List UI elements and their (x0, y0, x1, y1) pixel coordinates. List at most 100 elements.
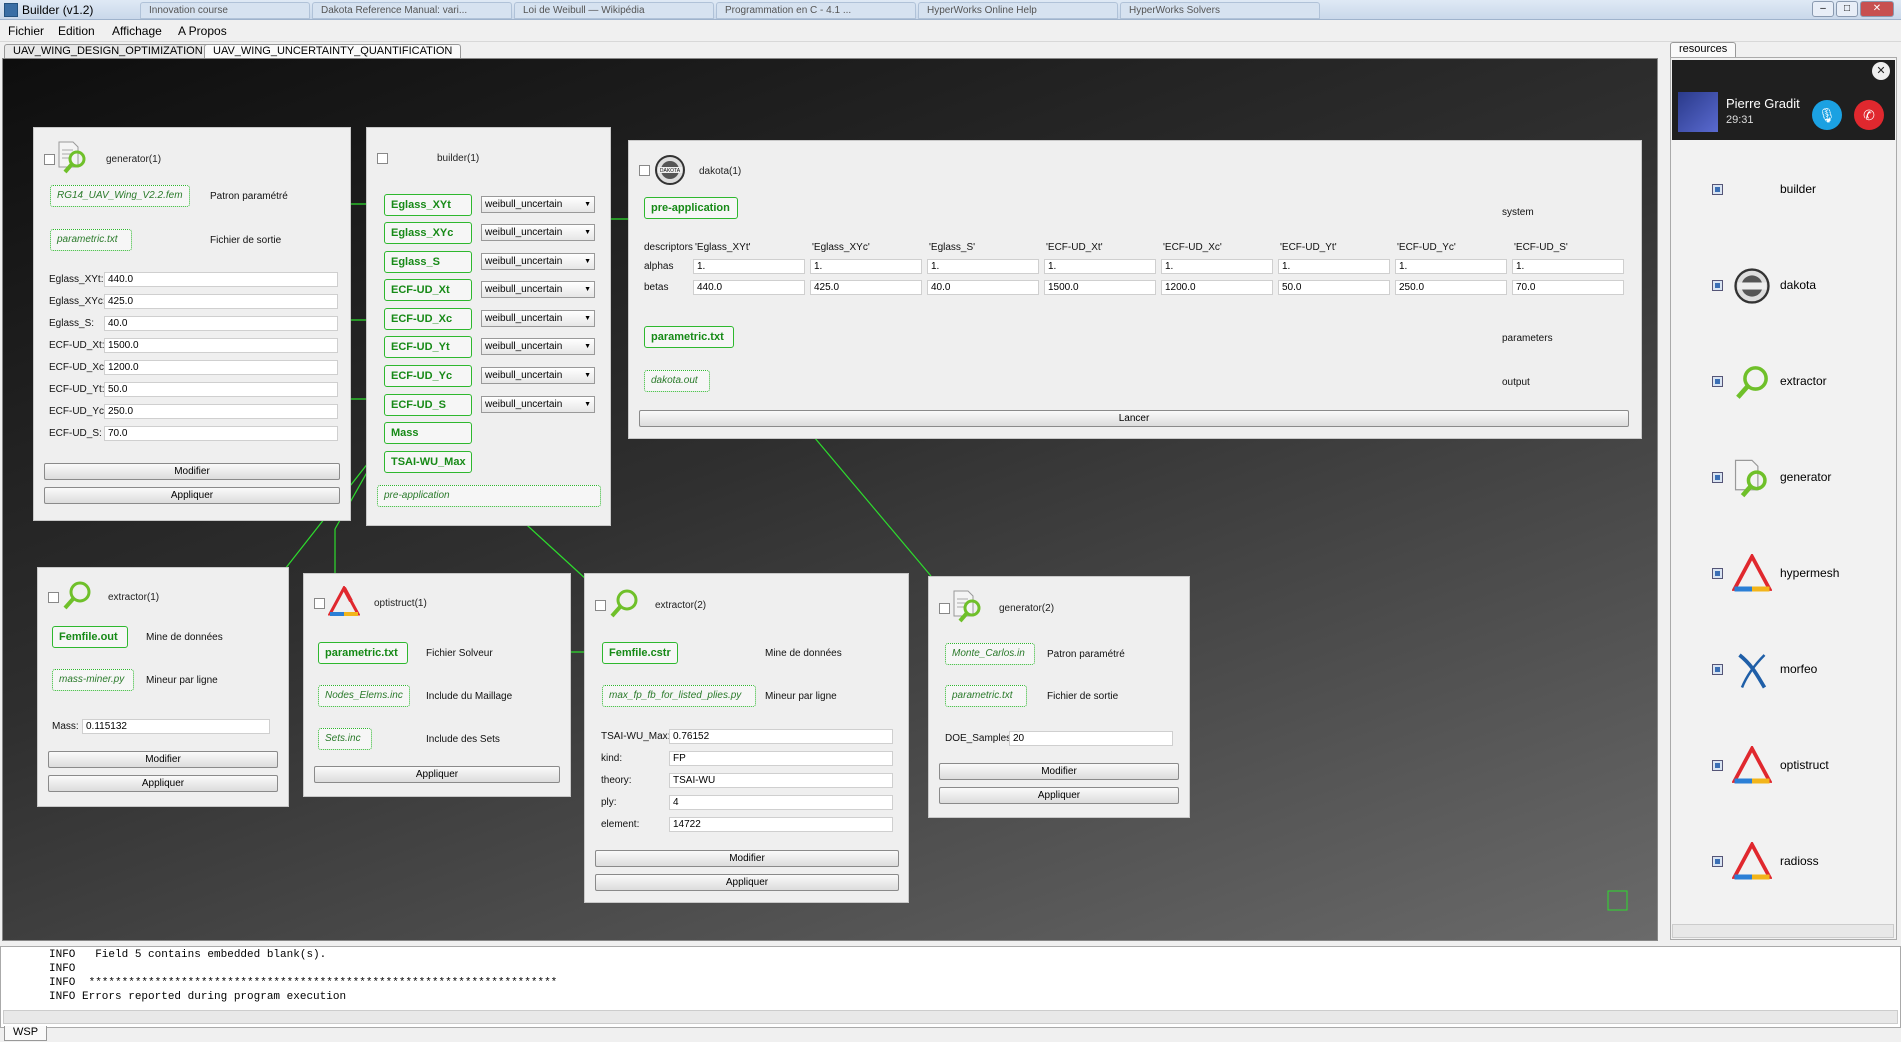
resource-checkbox[interactable] (1712, 280, 1723, 291)
resource-morfeo[interactable]: morfeo (1712, 650, 1872, 690)
modify-button[interactable]: Modifier (48, 751, 278, 768)
resource-checkbox[interactable] (1712, 856, 1723, 867)
distribution-select[interactable]: weibull_uncertain ▼ (481, 396, 595, 413)
field-output[interactable]: 0.76152 (669, 729, 893, 744)
distribution-select[interactable]: weibull_uncertain ▼ (481, 310, 595, 327)
distribution-select[interactable]: weibull_uncertain ▼ (481, 196, 595, 213)
alpha-input[interactable]: 1. (1512, 259, 1624, 274)
param-input[interactable]: 50.0 (104, 382, 338, 397)
template-file-port[interactable]: RG14_UAV_Wing_V2.2.fem (50, 185, 190, 207)
beta-input[interactable]: 1500.0 (1044, 280, 1156, 295)
menu-fichier[interactable]: Fichier (8, 24, 44, 38)
alpha-input[interactable]: 1. (1278, 259, 1390, 274)
menu-a-propos[interactable]: A Propos (178, 24, 227, 38)
alpha-input[interactable]: 1. (1044, 259, 1156, 274)
input-file-port[interactable]: Femfile.out (52, 626, 128, 648)
beta-input[interactable]: 70.0 (1512, 280, 1624, 295)
distribution-select[interactable]: weibull_uncertain ▼ (481, 338, 595, 355)
input-port[interactable]: Eglass_S (384, 251, 472, 273)
node-extractor-1[interactable]: extractor(1) Femfile.out Mine de données… (37, 567, 289, 807)
param-input[interactable]: 40.0 (104, 316, 338, 331)
console-scrollbar[interactable] (3, 1010, 1898, 1024)
alpha-input[interactable]: 1. (810, 259, 922, 274)
miner-script-port[interactable]: max_fp_fb_for_listed_plies.py (602, 685, 756, 707)
close-window-button[interactable]: ✕ (1860, 1, 1894, 17)
param-input[interactable]: 425.0 (104, 294, 338, 309)
input-port[interactable]: Eglass_XYc (384, 222, 472, 244)
beta-input[interactable]: 1200.0 (1161, 280, 1273, 295)
resource-checkbox[interactable] (1712, 184, 1723, 195)
resource-radioss[interactable]: radioss (1712, 842, 1872, 882)
distribution-select[interactable]: weibull_uncertain ▼ (481, 367, 595, 384)
alpha-input[interactable]: 1. (693, 259, 805, 274)
field-output[interactable]: 4 (669, 795, 893, 810)
node-optistruct-1[interactable]: optistruct(1) parametric.txt Fichier Sol… (303, 573, 571, 797)
modify-button[interactable]: Modifier (595, 850, 899, 867)
beta-input[interactable]: 250.0 (1395, 280, 1507, 295)
parameters-port[interactable]: parametric.txt (644, 326, 734, 348)
tab-design-optimization[interactable]: UAV_WING_DESIGN_OPTIMIZATION (4, 44, 212, 58)
resource-hypermesh[interactable]: hypermesh (1712, 554, 1872, 594)
close-icon[interactable]: ✕ (1872, 62, 1890, 80)
output-file-port[interactable]: parametric.txt (50, 229, 132, 251)
beta-input[interactable]: 440.0 (693, 280, 805, 295)
resource-extractor[interactable]: extractor (1712, 362, 1872, 402)
template-file-port[interactable]: Monte_Carlos.in (945, 643, 1035, 665)
doe-input[interactable]: 20 (1009, 731, 1173, 746)
microphone-icon[interactable]: 🎙 (1812, 100, 1842, 130)
resource-checkbox[interactable] (1712, 472, 1723, 483)
node-checkbox[interactable] (939, 603, 950, 614)
apply-button[interactable]: Appliquer (314, 766, 560, 783)
alpha-input[interactable]: 1. (1395, 259, 1507, 274)
distribution-select[interactable]: weibull_uncertain ▼ (481, 253, 595, 270)
node-checkbox[interactable] (377, 153, 388, 164)
output-file-port[interactable]: parametric.txt (945, 685, 1027, 707)
node-checkbox[interactable] (639, 165, 650, 176)
resource-generator[interactable]: generator (1712, 458, 1872, 498)
node-extractor-2[interactable]: extractor(2) Femfile.cstr Mine de donnée… (584, 573, 909, 903)
browser-tab[interactable]: Loi de Weibull — Wikipédia (514, 2, 714, 19)
input-port[interactable]: ECF-UD_S (384, 394, 472, 416)
node-dakota-1[interactable]: DAKOTA dakota(1) pre-application system … (628, 140, 1642, 439)
browser-tab[interactable]: Innovation course (140, 2, 310, 19)
field-output[interactable]: 14722 (669, 817, 893, 832)
node-checkbox[interactable] (48, 592, 59, 603)
field-output[interactable]: FP (669, 751, 893, 766)
apply-button[interactable]: Appliquer (939, 787, 1179, 804)
apply-button[interactable]: Appliquer (44, 487, 340, 504)
maximize-button[interactable]: □ (1836, 1, 1858, 17)
tab-uncertainty-quantification[interactable]: UAV_WING_UNCERTAINTY_QUANTIFICATION (204, 44, 462, 58)
node-checkbox[interactable] (314, 598, 325, 609)
browser-tab[interactable]: Dakota Reference Manual: vari... (312, 2, 512, 19)
mass-output[interactable]: 0.115132 (82, 719, 270, 734)
run-button[interactable]: Lancer (639, 410, 1629, 427)
resources-scrollbar[interactable] (1672, 924, 1894, 938)
modify-button[interactable]: Modifier (939, 763, 1179, 780)
pre-application-port[interactable]: pre-application (644, 197, 738, 219)
resource-checkbox[interactable] (1712, 568, 1723, 579)
miner-script-port[interactable]: mass-miner.py (52, 669, 134, 691)
alpha-input[interactable]: 1. (927, 259, 1039, 274)
input-port[interactable]: ECF-UD_Xc (384, 308, 472, 330)
input-port[interactable]: ECF-UD_Yt (384, 336, 472, 358)
distribution-select[interactable]: weibull_uncertain ▼ (481, 281, 595, 298)
workflow-canvas[interactable]: generator(1) RG14_UAV_Wing_V2.2.fem Patr… (2, 58, 1658, 941)
output-port-tsai[interactable]: TSAI-WU_Max (384, 451, 472, 473)
console-output[interactable]: INFO Field 5 contains embedded blank(s).… (0, 946, 1901, 1028)
tab-wsp[interactable]: WSP (4, 1026, 48, 1041)
input-port[interactable]: Eglass_XYt (384, 194, 472, 216)
field-output[interactable]: TSAI-WU (669, 773, 893, 788)
param-input[interactable]: 440.0 (104, 272, 338, 287)
sets-include-port[interactable]: Sets.inc (318, 728, 372, 750)
resource-optistruct[interactable]: optistruct (1712, 746, 1872, 786)
hang-up-icon[interactable]: ✆ (1854, 100, 1884, 130)
node-generator-2[interactable]: generator(2) Monte_Carlos.in Patron para… (928, 576, 1190, 818)
input-port[interactable]: ECF-UD_Xt (384, 279, 472, 301)
apply-button[interactable]: Appliquer (595, 874, 899, 891)
minimize-button[interactable]: – (1812, 1, 1834, 17)
node-builder-1[interactable]: builder(1) Eglass_XYt weibull_uncertain ▼… (366, 127, 611, 526)
solver-file-port[interactable]: parametric.txt (318, 642, 408, 664)
menu-edition[interactable]: Edition (58, 24, 95, 38)
browser-tab[interactable]: HyperWorks Solvers (1120, 2, 1320, 19)
output-port[interactable]: dakota.out (644, 370, 710, 392)
